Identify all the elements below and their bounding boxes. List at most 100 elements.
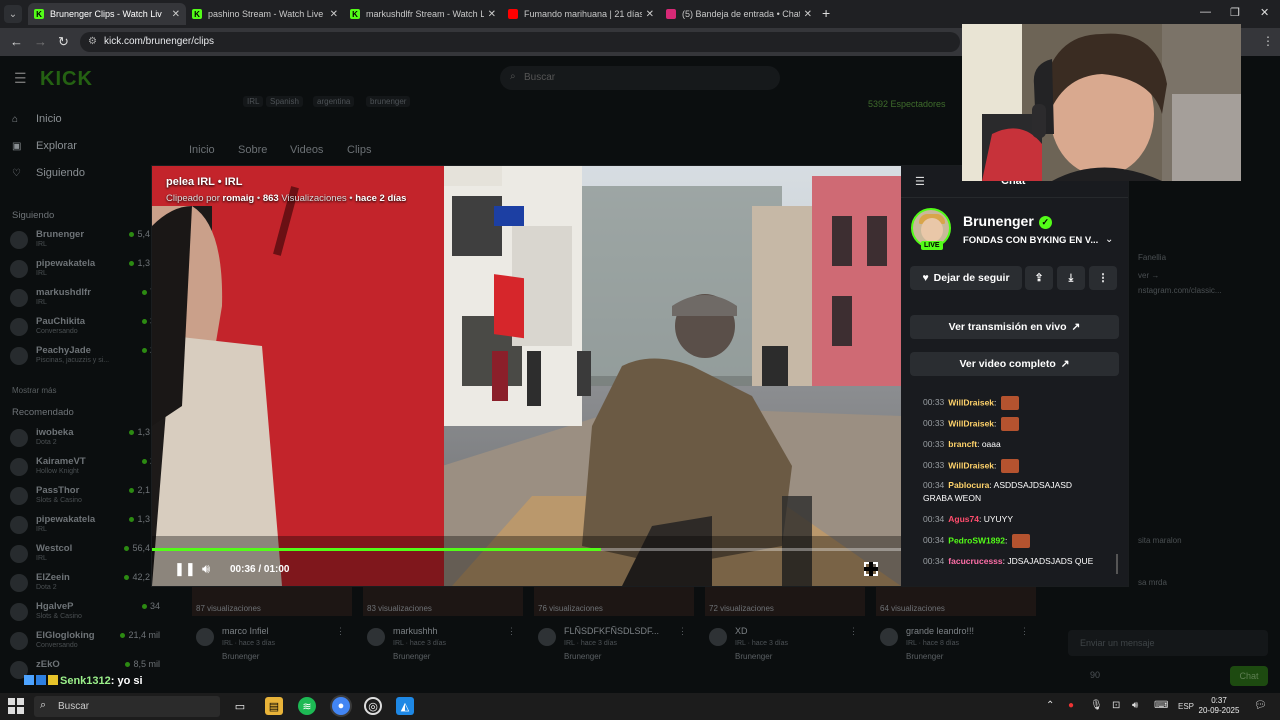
- chat-username[interactable]: PedroSW1892: [948, 535, 1005, 545]
- tab-4[interactable]: Fumando marihuana | 21 días ✕: [502, 3, 660, 25]
- more-icon[interactable]: ⋮: [678, 626, 687, 637]
- chat-input[interactable]: Enviar un mensaje: [1068, 630, 1268, 656]
- new-tab-button[interactable]: +: [822, 5, 830, 21]
- obs-icon[interactable]: ◎: [364, 697, 382, 715]
- search-input[interactable]: ⌕ Buscar: [500, 66, 780, 90]
- channel-item[interactable]: PauChikitaConversando38: [10, 315, 160, 339]
- channel-item[interactable]: iwobeka Dota 2 1,3 m: [10, 426, 160, 450]
- spotify-icon[interactable]: ≋: [298, 697, 316, 715]
- hamburger-menu-icon[interactable]: ☰: [14, 70, 27, 87]
- channel-item[interactable]: Westcol IRL 56,4 m: [10, 542, 160, 566]
- clip-card[interactable]: 72 visualizaciones XD IRL · hace 3 días Bru…: [705, 586, 865, 676]
- more-icon[interactable]: ⋮: [336, 626, 345, 637]
- file-explorer-icon[interactable]: ▤: [265, 697, 283, 715]
- chat-username[interactable]: WillDraisek: [948, 397, 994, 407]
- more-icon[interactable]: ⋮: [849, 626, 858, 637]
- site-info-icon[interactable]: ⚙: [88, 36, 97, 47]
- tab-2[interactable]: Kpashino Stream - Watch Live o ✕: [186, 3, 344, 25]
- share-button[interactable]: ⇪: [1025, 266, 1053, 290]
- microphone-icon[interactable]: 🎙︎: [1090, 700, 1103, 711]
- pause-button[interactable]: ❚❚: [174, 562, 196, 576]
- app-icon[interactable]: ◭: [396, 697, 414, 715]
- channel-item[interactable]: PeachyJadePiscinas, jacuzzis y si...27: [10, 344, 160, 368]
- channel-item[interactable]: KairameVTHollow Knight26: [10, 455, 160, 479]
- chat-username[interactable]: Pablocura: [948, 480, 989, 490]
- task-view-icon[interactable]: ▭: [231, 697, 249, 715]
- maximize-icon[interactable]: ❐: [1230, 6, 1240, 19]
- profile-tab[interactable]: Inicio: [189, 144, 215, 156]
- chat-send-button[interactable]: Chat: [1230, 666, 1268, 686]
- show-more-link[interactable]: Mostrar más: [12, 386, 56, 395]
- browser-menu-icon[interactable]: ⋮: [1262, 34, 1274, 48]
- more-options-button[interactable]: ⋮: [1089, 266, 1117, 290]
- clip-video-player[interactable]: pelea IRL • IRL Clipeado por romaig • 86…: [152, 166, 901, 586]
- watch-live-button[interactable]: Ver transmisión en vivo ↗: [910, 315, 1119, 339]
- chat-username[interactable]: facucrucesss: [948, 556, 1002, 566]
- clip-card[interactable]: 87 visualizaciones marco Infiel IRL · hace…: [192, 586, 352, 676]
- clip-card[interactable]: 76 visualizaciones FLÑSDFKFÑSDLSDF... IRL …: [534, 586, 694, 676]
- channel-item[interactable]: markushdlfrIRL77: [10, 286, 160, 310]
- close-window-icon[interactable]: ✕: [1260, 6, 1269, 19]
- notifications-icon[interactable]: 💬︎: [1254, 700, 1267, 711]
- clipper-name[interactable]: romaig: [223, 193, 255, 204]
- clip-card[interactable]: 64 visualizaciones grande leandro!!! IRL ·…: [876, 586, 1036, 676]
- streamer-name[interactable]: Brunenger ✓: [963, 213, 1052, 229]
- download-button[interactable]: ⤓: [1057, 266, 1085, 290]
- windows-start-icon[interactable]: [8, 698, 24, 714]
- nav-explore[interactable]: ▣ Explorar: [12, 140, 77, 152]
- fullscreen-icon[interactable]: [864, 562, 878, 576]
- chat-username[interactable]: brancft: [948, 439, 977, 449]
- reload-icon[interactable]: ↻: [58, 34, 69, 50]
- tab-1[interactable]: K Brunenger Clips - Watch Liv ✕: [28, 3, 186, 25]
- tab-5[interactable]: (5) Bandeja de entrada • Chats ✕: [660, 3, 818, 25]
- nav-home[interactable]: ⌂ Inicio: [12, 113, 62, 125]
- channel-item[interactable]: ElZeein Dota 2 42,2 m: [10, 571, 160, 595]
- chat-scrollbar[interactable]: [1116, 554, 1118, 574]
- channel-item[interactable]: Brunenger IRL 5,4 m: [10, 228, 160, 252]
- channel-tag[interactable]: argentina: [313, 96, 355, 107]
- url-field[interactable]: ⚙ kick.com/brunenger/clips: [80, 32, 960, 52]
- volume-icon[interactable]: 🔊︎: [202, 562, 210, 576]
- collapse-menu-icon[interactable]: ☰: [915, 175, 925, 188]
- back-icon[interactable]: ←: [10, 34, 23, 49]
- language-indicator[interactable]: ESP: [1178, 702, 1194, 711]
- channel-item[interactable]: ElGlogloking Conversando 21,4 mil: [10, 629, 160, 653]
- chrome-icon[interactable]: ●: [332, 697, 350, 715]
- more-icon[interactable]: ⋮: [507, 626, 516, 637]
- keyboard-icon[interactable]: ⌨: [1154, 700, 1168, 711]
- tab-close-icon[interactable]: ✕: [330, 9, 338, 20]
- profile-tab[interactable]: Videos: [290, 144, 323, 156]
- clip-category[interactable]: IRL: [225, 176, 243, 188]
- channel-tag[interactable]: Spanish: [266, 96, 303, 107]
- network-icon[interactable]: ⊡: [1112, 700, 1120, 711]
- more-icon[interactable]: ⋮: [1020, 626, 1029, 637]
- record-icon[interactable]: ●: [1068, 700, 1074, 711]
- taskbar-clock[interactable]: 0:37 20-09-2025: [1196, 696, 1242, 716]
- profile-tab[interactable]: Sobre: [238, 144, 267, 156]
- channel-tag[interactable]: IRL: [243, 96, 264, 107]
- taskbar-search[interactable]: ⌕ Buscar: [34, 696, 220, 717]
- channel-item[interactable]: pipewakatela IRL 1,3 m: [10, 513, 160, 537]
- tab-close-icon[interactable]: ✕: [488, 9, 496, 20]
- tab-close-icon[interactable]: ✕: [172, 9, 180, 20]
- progress-bar[interactable]: [152, 548, 901, 551]
- forward-icon[interactable]: →: [34, 34, 47, 49]
- tab-list-chevron-icon[interactable]: ⌄: [4, 5, 22, 23]
- channel-item[interactable]: HgalveP Slots & Casino 34: [10, 600, 160, 624]
- nav-following[interactable]: ♡ Siguiendo: [12, 167, 85, 179]
- tab-close-icon[interactable]: ✕: [804, 9, 812, 20]
- unfollow-button[interactable]: ♥ Dejar de seguir: [910, 266, 1022, 290]
- channel-item[interactable]: PassThor Slots & Casino 2,1 m: [10, 484, 160, 508]
- profile-tab[interactable]: Clips: [347, 144, 371, 156]
- chat-username[interactable]: WillDraisek: [948, 460, 994, 470]
- minimize-icon[interactable]: —: [1200, 6, 1211, 18]
- tab-3[interactable]: Kmarkushdlfr Stream - Watch Li ✕: [344, 3, 502, 25]
- tray-chevron-icon[interactable]: ⌃: [1046, 700, 1054, 711]
- clip-card[interactable]: 83 visualizaciones markushhh IRL · hace 3 …: [363, 586, 523, 676]
- kick-logo[interactable]: KICK: [40, 68, 93, 91]
- chat-username[interactable]: WillDraisek: [948, 418, 994, 428]
- watch-full-video-button[interactable]: Ver video completo ↗: [910, 352, 1119, 376]
- chevron-down-icon[interactable]: ⌄: [1105, 234, 1113, 245]
- volume-icon[interactable]: 🔊︎: [1132, 700, 1138, 711]
- channel-item[interactable]: pipewakatela IRL 1,3 m: [10, 257, 160, 281]
